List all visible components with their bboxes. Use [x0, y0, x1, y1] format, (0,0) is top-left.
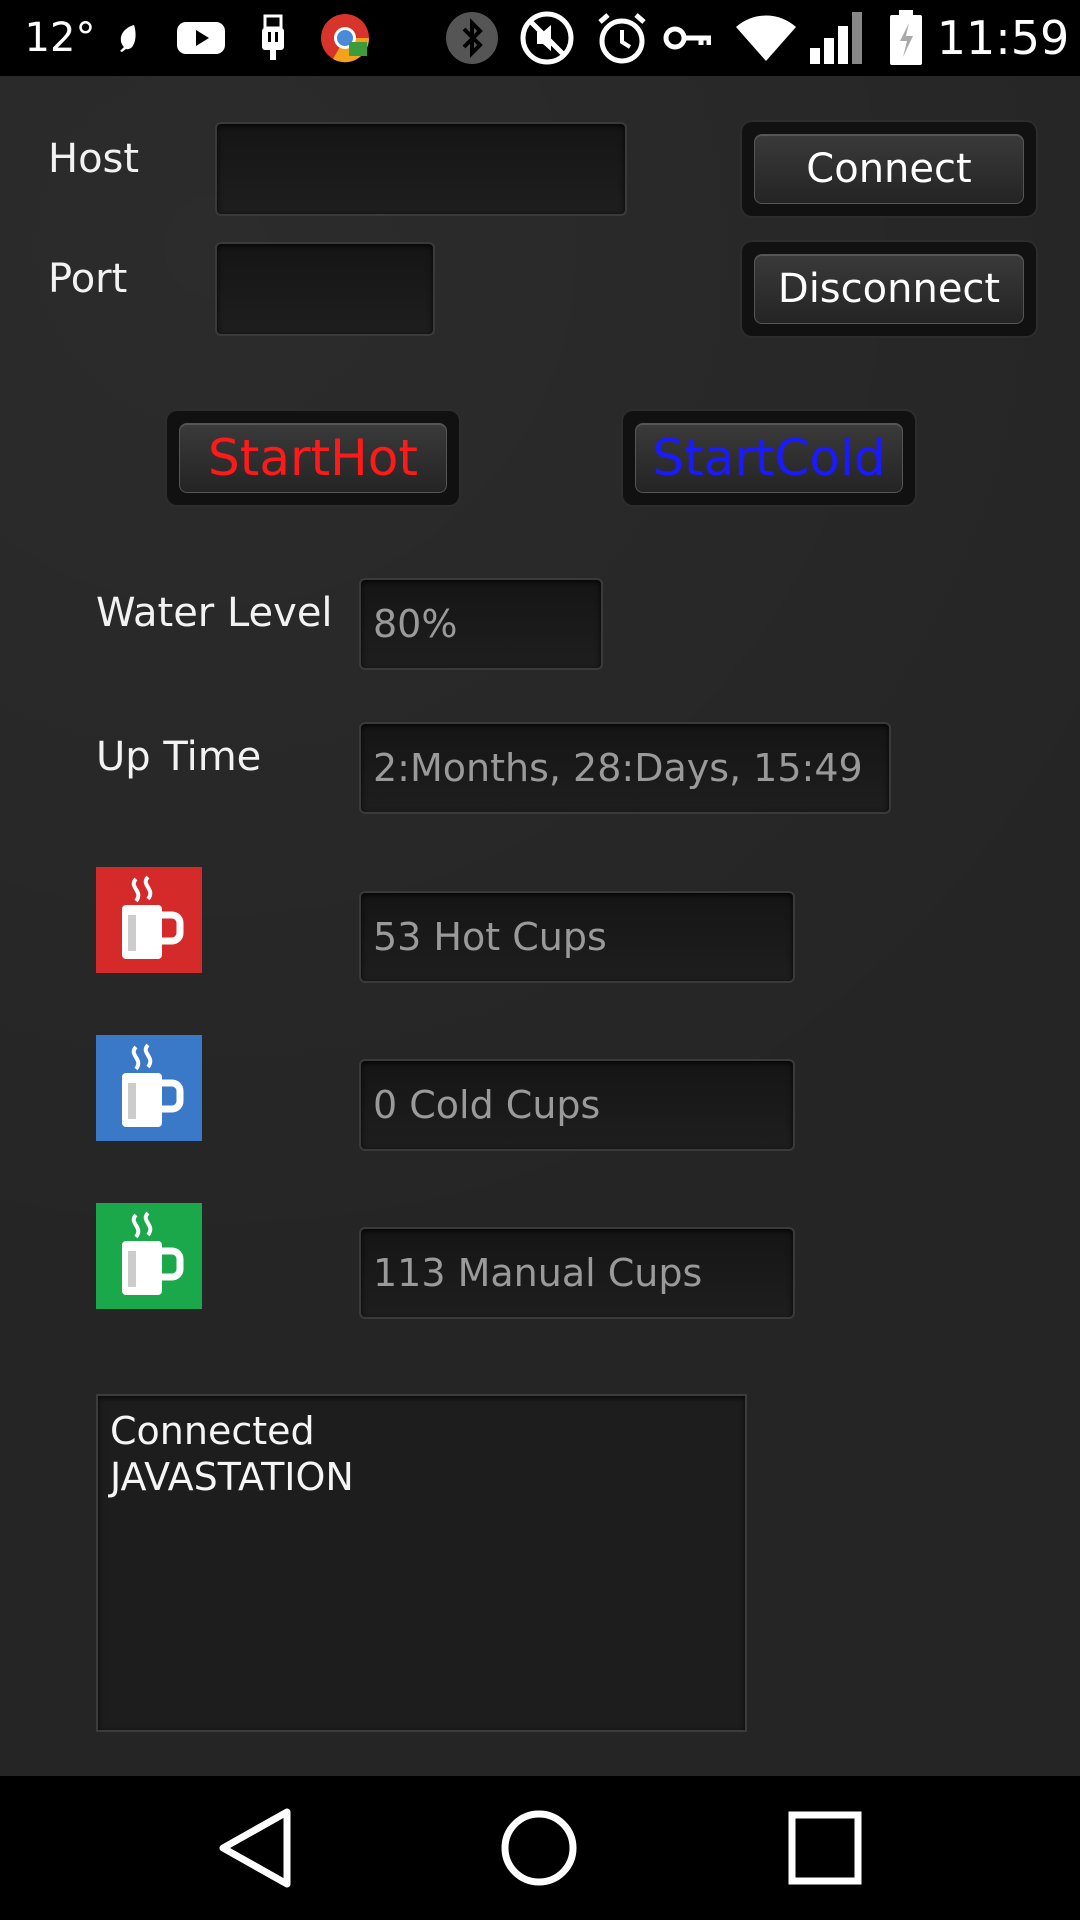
youtube-icon: [174, 0, 228, 76]
leaf-icon: [112, 0, 142, 76]
navigation-bar: [0, 1776, 1080, 1920]
alarm-icon: [594, 0, 650, 76]
cold-cups-field: 0 Cold Cups: [359, 1059, 795, 1151]
uptime-label: Up Time: [96, 734, 262, 780]
manual-cup-icon: [96, 1203, 202, 1309]
main-content: Host Connect Port Disconnect StartHot St…: [0, 76, 1080, 1776]
temperature: 12°: [24, 15, 96, 61]
start-cold-button-frame: StartCold: [623, 411, 915, 505]
log-line-device: JAVASTATION: [110, 1455, 354, 1499]
cold-cup-icon: [96, 1035, 202, 1141]
clock: 11:59: [936, 11, 1070, 65]
manual-cups-field: 113 Manual Cups: [359, 1227, 795, 1319]
wifi-icon: [734, 0, 798, 76]
hot-cups-field: 53 Hot Cups: [359, 891, 795, 983]
water-level-label: Water Level: [96, 590, 333, 636]
water-level-field: 80%: [359, 578, 603, 670]
uptime-field: 2:Months, 28:Days, 15:49: [359, 722, 891, 814]
signal-icon: [806, 0, 870, 76]
host-label: Host: [48, 136, 140, 182]
start-hot-button-frame: StartHot: [167, 411, 459, 505]
port-input[interactable]: [215, 242, 435, 336]
disconnect-button-frame: Disconnect: [742, 242, 1036, 336]
disconnect-button[interactable]: Disconnect: [754, 254, 1024, 324]
battery-icon: [886, 0, 926, 76]
connect-button[interactable]: Connect: [754, 134, 1024, 204]
host-input[interactable]: [215, 122, 627, 216]
usb-icon: [256, 0, 290, 76]
recents-icon[interactable]: [755, 1776, 895, 1920]
status-log: Connected JAVASTATION: [96, 1394, 747, 1732]
vpn-key-icon: [662, 0, 712, 76]
port-label: Port: [48, 256, 128, 302]
status-bar: 12° 11:59: [0, 0, 1080, 76]
bluetooth-icon: [444, 0, 500, 76]
hot-cup-icon: [96, 867, 202, 973]
chrome-icon: [318, 0, 372, 76]
mute-icon: [518, 0, 576, 76]
home-icon[interactable]: [469, 1776, 609, 1920]
start-hot-button[interactable]: StartHot: [179, 423, 447, 493]
connect-button-frame: Connect: [742, 122, 1036, 216]
start-cold-button[interactable]: StartCold: [635, 423, 903, 493]
log-line-status: Connected: [110, 1409, 315, 1453]
back-icon[interactable]: [185, 1776, 325, 1920]
